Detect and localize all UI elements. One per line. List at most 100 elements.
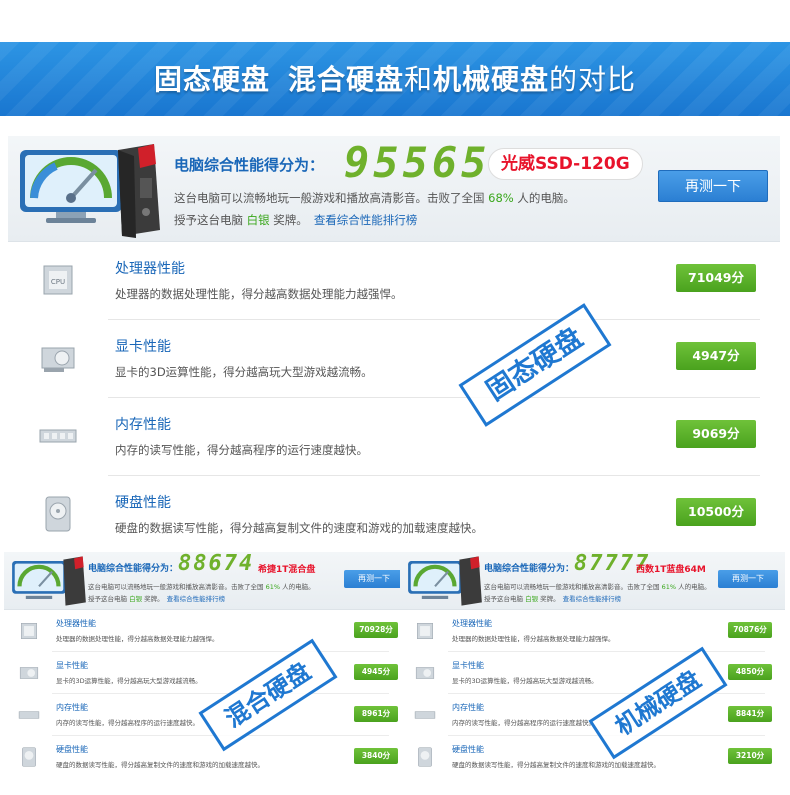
gpu-icon — [41, 347, 75, 372]
memory-icon — [414, 711, 436, 719]
memory-icon — [18, 711, 40, 719]
cpu-row: 处理器性能处理器的数据处理性能，得分越高数据处理能力越强悍。 70928分 — [4, 610, 409, 652]
memory-score-badge: 8841分 — [728, 706, 772, 722]
score-panel: 电脑综合性能得分为： 95565 光威SSD-120G 这台电脑可以流畅地玩一般… — [8, 136, 780, 242]
score-description: 这台电脑可以流畅地玩一般游戏和播放高清影音。击败了全国 61% 人的电脑。 — [88, 581, 315, 591]
disk-title: 硬盘性能 — [452, 745, 484, 754]
gpu-row: 显卡性能 显卡的3D运算性能，得分越高玩大型游戏越流畅。 4947分 — [8, 320, 780, 398]
gpu-score-badge: 4945分 — [354, 664, 398, 680]
medal-badge: 白银 — [129, 595, 143, 603]
score-description: 这台电脑可以流畅地玩一般游戏和播放高清影音。击败了全国 68% 人的电脑。 — [174, 190, 575, 206]
ranking-link[interactable]: 查看综合性能排行榜 — [563, 595, 622, 603]
cpu-icon — [21, 623, 37, 639]
award-text-end: 奖牌。 — [538, 595, 560, 603]
gpu-score-badge: 4947分 — [676, 342, 756, 370]
retest-button[interactable]: 再测一下 — [658, 170, 768, 202]
desc-text: 这台电脑可以流畅地玩一般游戏和播放高清影音。击败了全国 — [174, 191, 489, 205]
retest-button[interactable]: 再测一下 — [344, 570, 404, 588]
memory-desc: 内存的读写性能，得分越高程序的运行速度越快。 — [115, 443, 368, 457]
cpu-icon — [417, 623, 433, 639]
title-banner: 固态硬盘 混合硬盘和机械硬盘的对比 — [0, 42, 790, 116]
banner-title-hdd: 机械硬盘 — [433, 63, 550, 96]
gpu-row: 显卡性能显卡的3D运算性能，得分越高玩大型游戏越流畅。 4945分 — [4, 652, 409, 694]
hybrid-score-panel: 电脑综合性能得分为： 88674 希捷1T混合盘 这台电脑可以流畅地玩一般游戏和… — [4, 552, 409, 610]
banner-title-and: 和 — [403, 63, 433, 96]
pc-tower-icon — [63, 556, 86, 606]
award-text: 授予这台电脑 — [174, 213, 247, 227]
beat-percentage: 61% — [661, 583, 677, 591]
hard-disk-icon — [418, 747, 432, 767]
score-description: 这台电脑可以流畅地玩一般游戏和播放高清影音。击败了全国 61% 人的电脑。 — [484, 581, 711, 591]
score-label: 电脑综合性能得分为： — [88, 564, 179, 574]
model-tag: 光威SSD-120G — [488, 148, 643, 180]
disk-desc: 硬盘的数据读写性能，得分越高复制文件的速度和游戏的加载速度越快。 — [452, 761, 660, 769]
hybrid-result-panel: 电脑综合性能得分为： 88674 希捷1T混合盘 这台电脑可以流畅地玩一般游戏和… — [4, 552, 409, 782]
memory-desc: 内存的读写性能，得分越高程序的运行速度越快。 — [56, 719, 199, 727]
gpu-row: 显卡性能 显卡的3D运算性能，得分越高玩大型游戏越流畅。 4850分 — [400, 652, 785, 694]
gpu-icon — [415, 667, 435, 679]
cpu-desc: 处理器的数据处理性能，得分越高数据处理能力越强悍。 — [452, 635, 615, 643]
cpu-icon: CPU — [43, 265, 73, 295]
award-line: 授予这台电脑 白银 奖牌。 查看综合性能排行榜 — [174, 212, 417, 228]
desc-text-end: 人的电脑。 — [513, 191, 575, 205]
award-text-end: 奖牌。 — [142, 595, 164, 603]
cpu-desc: 处理器的数据处理性能，得分越高数据处理能力越强悍。 — [56, 635, 219, 643]
score-label: 电脑综合性能得分为： — [484, 564, 575, 574]
cpu-title: 处理器性能 — [115, 261, 185, 277]
gpu-title: 显卡性能 — [115, 339, 171, 355]
memory-title: 内存性能 — [452, 703, 484, 712]
gpu-desc: 显卡的3D运算性能，得分越高玩大型游戏越流畅。 — [115, 365, 373, 379]
hdd-result-panel: 电脑综合性能得分为： 87777 西数1T蓝盘64M 这台电脑可以流畅地玩一般游… — [400, 552, 785, 782]
award-line: 授予这台电脑 白银 奖牌。 查看综合性能排行榜 — [88, 593, 225, 603]
desc-text-end: 人的电脑。 — [676, 583, 711, 591]
gpu-desc: 显卡的3D运算性能，得分越高玩大型游戏越流畅。 — [56, 677, 202, 685]
disk-title: 硬盘性能 — [56, 745, 88, 754]
medal-badge: 白银 — [525, 595, 539, 603]
hard-disk-icon — [45, 496, 71, 532]
memory-title: 内存性能 — [56, 703, 88, 712]
model-tag: 希捷1T混合盘 — [258, 565, 316, 575]
memory-icon — [39, 429, 77, 443]
cpu-desc: 处理器的数据处理性能，得分越高数据处理能力越强悍。 — [115, 287, 403, 301]
disk-row: 硬盘性能 硬盘的数据读写性能，得分越高复制文件的速度和游戏的加载速度越快。 10… — [8, 476, 780, 554]
model-tag: 西数1T蓝盘64M — [636, 565, 706, 575]
gpu-score-badge: 4850分 — [728, 664, 772, 680]
ssd-result-panel: 电脑综合性能得分为： 95565 光威SSD-120G 这台电脑可以流畅地玩一般… — [8, 136, 780, 548]
retest-button[interactable]: 再测一下 — [718, 570, 778, 588]
ranking-link[interactable]: 查看综合性能排行榜 — [167, 595, 226, 603]
beat-percentage: 61% — [265, 583, 281, 591]
cpu-row: 处理器性能处理器的数据处理性能，得分越高数据处理能力越强悍。 70876分 — [400, 610, 785, 652]
memory-desc: 内存的读写性能，得分越高程序的运行速度越快。 — [452, 719, 595, 727]
cpu-score-badge: 70928分 — [354, 622, 398, 638]
desc-text: 这台电脑可以流畅地玩一般游戏和播放高清影音。击败了全国 — [484, 583, 662, 591]
award-text: 授予这台电脑 — [88, 595, 130, 603]
desc-text-end: 人的电脑。 — [280, 583, 315, 591]
award-text-end: 奖牌。 — [269, 213, 308, 227]
memory-title: 内存性能 — [115, 417, 171, 433]
overall-score: 95565 — [344, 138, 491, 187]
cpu-score-badge: 71049分 — [676, 264, 756, 292]
disk-row: 硬盘性能 硬盘的数据读写性能，得分越高复制文件的速度和游戏的加载速度越快。 3840… — [4, 736, 409, 778]
banner-title-hybrid: 混合硬盘 — [287, 63, 404, 96]
disk-score-badge: 3210分 — [728, 748, 772, 764]
pc-tower-icon — [118, 144, 160, 238]
overall-score: 88674 — [178, 552, 255, 576]
banner-title-ssd: 固态硬盘 — [153, 63, 270, 96]
gpu-desc: 显卡的3D运算性能，得分越高玩大型游戏越流畅。 — [452, 677, 598, 685]
cpu-title: 处理器性能 — [452, 619, 492, 628]
hdd-score-panel: 电脑综合性能得分为： 87777 西数1T蓝盘64M 这台电脑可以流畅地玩一般游… — [400, 552, 785, 610]
cpu-title: 处理器性能 — [56, 619, 96, 628]
score-label: 电脑综合性能得分为： — [174, 156, 325, 174]
disk-score-badge: 10500分 — [676, 498, 756, 526]
gpu-title: 显卡性能 — [56, 661, 88, 670]
disk-desc: 硬盘的数据读写性能，得分越高复制文件的速度和游戏的加载速度越快。 — [56, 761, 264, 769]
cpu-row: CPU 处理器性能 处理器的数据处理性能，得分越高数据处理能力越强悍。 7104… — [8, 242, 780, 320]
ranking-link[interactable]: 查看综合性能排行榜 — [314, 213, 418, 227]
memory-score-badge: 8961分 — [354, 706, 398, 722]
banner-title: 固态硬盘 混合硬盘和机械硬盘的对比 — [0, 58, 790, 98]
hard-disk-icon — [22, 747, 36, 767]
pc-tower-icon — [459, 556, 482, 606]
memory-row: 内存性能内存的读写性能，得分越高程序的运行速度越快。 8841分 — [400, 694, 785, 736]
gpu-icon — [19, 667, 39, 679]
cpu-score-badge: 70876分 — [728, 622, 772, 638]
